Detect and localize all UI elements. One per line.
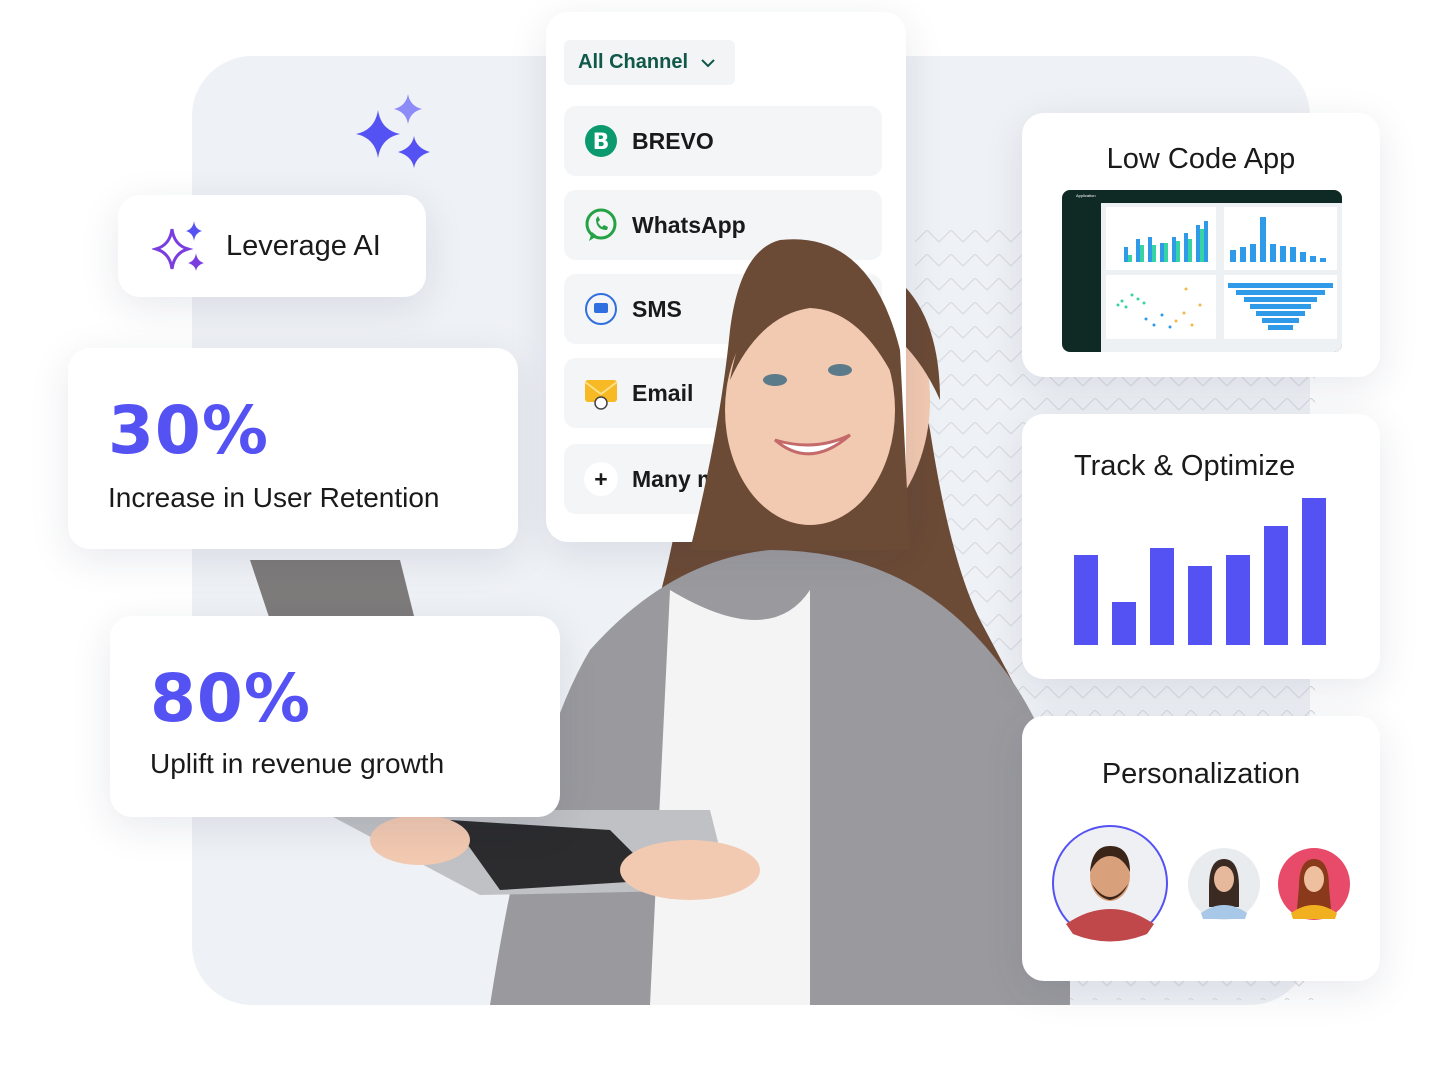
sparkles-decoration-icon bbox=[356, 94, 430, 168]
personalization-card: Personalization bbox=[1022, 716, 1380, 981]
revenue-label: Uplift in revenue growth bbox=[150, 748, 445, 779]
mini-scatter-chart bbox=[1106, 275, 1216, 339]
avatar-man bbox=[1052, 825, 1168, 942]
track-bar-chart bbox=[1074, 498, 1330, 645]
all-channel-dropdown[interactable]: All Channel bbox=[564, 40, 735, 85]
track-bar bbox=[1074, 555, 1098, 645]
track-bar bbox=[1302, 498, 1326, 645]
track-bar bbox=[1150, 547, 1174, 645]
channel-label: SMS bbox=[632, 295, 682, 322]
whatsapp-icon bbox=[584, 208, 618, 242]
app-dashboard-preview: Application bbox=[1062, 190, 1342, 352]
svg-text:B: B bbox=[593, 130, 610, 155]
dropdown-label: All Channel bbox=[578, 51, 689, 73]
channel-label: BREVO bbox=[632, 127, 714, 154]
track-bar bbox=[1112, 602, 1136, 645]
channel-item-brevo[interactable]: B BREVO bbox=[564, 106, 882, 176]
mini-column-chart bbox=[1224, 207, 1337, 270]
mini-funnel-chart bbox=[1224, 275, 1337, 339]
track-title: Track & Optimize bbox=[1074, 450, 1296, 482]
plus-icon: + bbox=[584, 462, 618, 496]
track-optimize-card: Track & Optimize bbox=[1022, 414, 1380, 679]
sparkles-icon bbox=[152, 221, 204, 271]
track-bar bbox=[1226, 555, 1250, 645]
woman-face-overlay bbox=[690, 239, 910, 550]
revenue-value: 80% bbox=[150, 660, 311, 737]
brevo-icon: B bbox=[584, 124, 618, 158]
retention-label: Increase in User Retention bbox=[108, 482, 440, 513]
avatar-woman-1 bbox=[1188, 848, 1260, 920]
email-icon bbox=[584, 376, 618, 410]
app-title: Application bbox=[1076, 193, 1096, 198]
revenue-stat-card: 80% Uplift in revenue growth bbox=[110, 616, 560, 817]
track-bar bbox=[1264, 525, 1288, 645]
avatar-woman-2 bbox=[1278, 848, 1350, 920]
mini-bar-chart bbox=[1106, 207, 1216, 270]
low-code-title: Low Code App bbox=[1106, 143, 1296, 175]
chevron-down-icon bbox=[701, 58, 715, 67]
personalization-title: Personalization bbox=[1101, 758, 1301, 790]
sms-icon bbox=[584, 292, 618, 326]
low-code-app-card: Low Code App Application bbox=[1022, 113, 1380, 377]
track-bar bbox=[1188, 565, 1212, 645]
channel-label: Email bbox=[632, 379, 694, 406]
retention-stat-card: 30% Increase in User Retention bbox=[68, 348, 518, 549]
retention-value: 30% bbox=[108, 392, 269, 469]
